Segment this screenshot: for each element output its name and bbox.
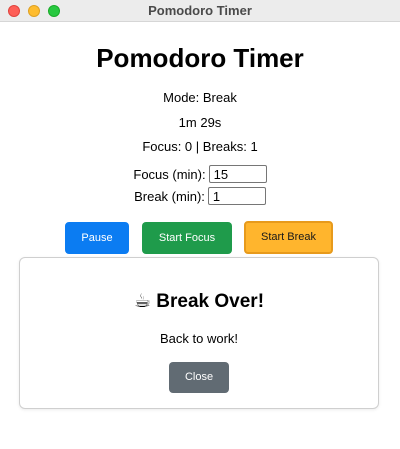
title-bar: Pomodoro Timer [0,0,400,22]
pause-button[interactable]: Pause [65,222,129,254]
break-minutes-input[interactable] [207,187,266,205]
start-break-button[interactable]: Start Break [244,221,333,254]
mode-text: Mode: Break [163,90,237,105]
focus-label: Focus (min): [133,166,206,182]
dialog-title-text: Break Over! [156,291,265,312]
dialog-message: Back to work! [159,331,239,346]
break-row: Break (min): [0,186,400,206]
start-focus-button[interactable]: Start Focus [142,222,232,254]
focus-row: Focus (min): [0,164,400,184]
session-stats: Focus: 0 | Breaks: 1 [142,139,258,154]
window-title: Pomodoro Timer [148,3,252,18]
page-title: Pomodoro Timer [96,43,304,73]
dialog-title: ☕ Break Over! [20,290,378,314]
break-label: Break (min): [134,188,205,204]
app-window: Pomodoro Timer Pomodoro Timer Mode: Brea… [0,0,400,449]
time-remaining: 1m 29s [178,115,222,130]
coffee-icon: ☕ [133,291,152,312]
close-button[interactable]: Close [169,362,229,393]
break-over-dialog: ☕ Break Over! Back to work! Close [19,257,379,409]
focus-minutes-input[interactable] [208,165,267,183]
